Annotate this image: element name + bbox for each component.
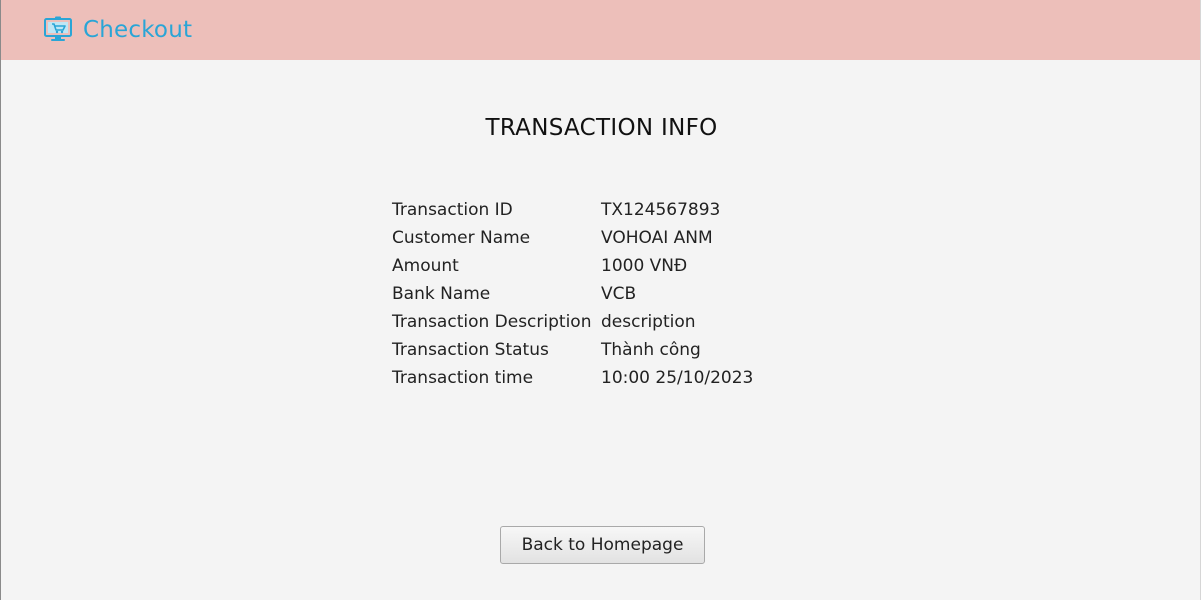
header-bar: Checkout <box>1 0 1200 60</box>
info-value: TX124567893 <box>601 200 721 220</box>
info-label: Transaction ID <box>392 200 513 220</box>
info-label: Transaction Description <box>392 312 592 332</box>
back-to-homepage-button[interactable]: Back to Homepage <box>500 526 705 564</box>
monitor-cart-icon <box>44 16 72 41</box>
info-value: Thành công <box>601 340 701 360</box>
info-value: VOHOAI ANM <box>601 228 713 248</box>
info-value: 10:00 25/10/2023 <box>601 368 754 388</box>
info-label: Transaction Status <box>392 340 549 360</box>
app-title: Checkout <box>83 17 193 43</box>
info-label: Bank Name <box>392 284 491 304</box>
info-label: Customer Name <box>392 228 531 248</box>
info-value: 1000 VNĐ <box>601 256 688 276</box>
info-value: description <box>601 312 696 332</box>
info-value: VCB <box>601 284 637 304</box>
checkout-window: Checkout TRANSACTION INFO Transaction ID… <box>0 0 1201 600</box>
info-label: Amount <box>392 256 459 276</box>
page-title: TRANSACTION INFO <box>485 115 718 141</box>
info-label: Transaction time <box>392 368 534 388</box>
